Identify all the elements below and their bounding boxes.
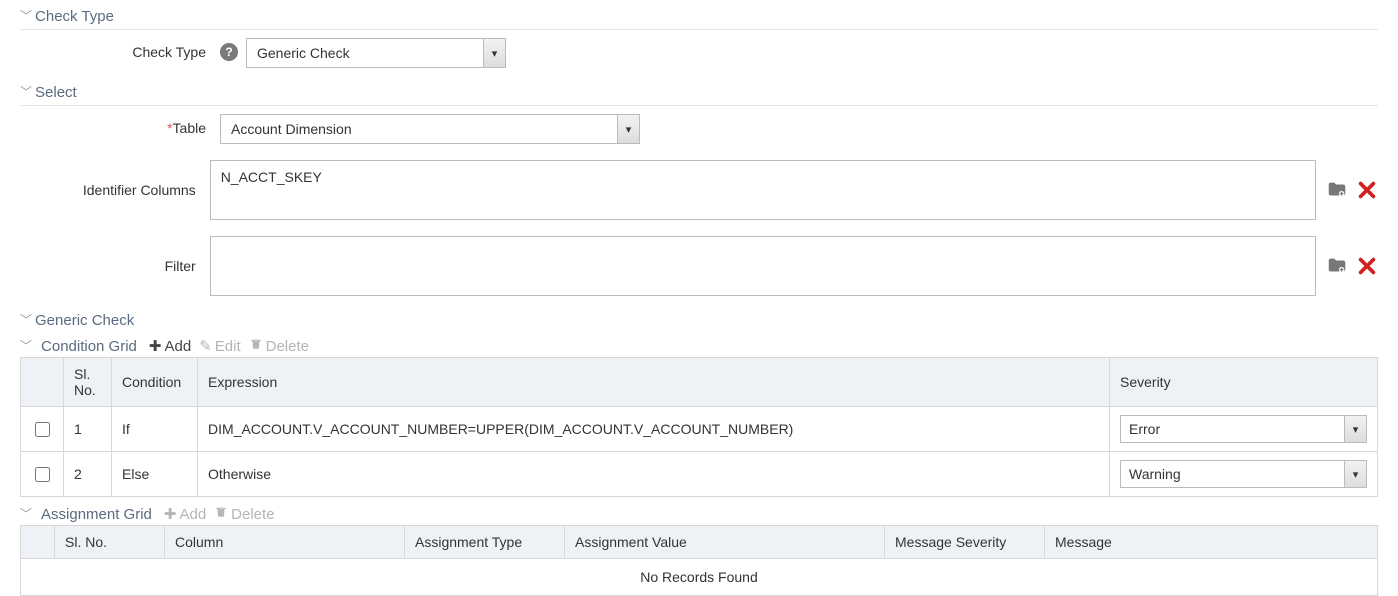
severity-select[interactable]: Error ▾ — [1120, 415, 1367, 443]
check-type-value: Generic Check — [247, 45, 483, 61]
table-value: Account Dimension — [221, 121, 617, 137]
dropdown-arrow-icon[interactable]: ▾ — [1344, 461, 1366, 487]
section-title: Generic Check — [35, 312, 134, 329]
header-assignment-value: Assignment Value — [565, 526, 885, 559]
chevron-down-icon[interactable]: ﹀ — [20, 337, 32, 354]
section-title: Select — [35, 84, 77, 101]
filter-label: Filter — [20, 258, 210, 275]
cell-expression: DIM_ACCOUNT.V_ACCOUNT_NUMBER=UPPER(DIM_A… — [198, 407, 1110, 452]
header-column: Column — [165, 526, 405, 559]
header-message: Message — [1045, 526, 1378, 559]
browse-icon[interactable] — [1326, 255, 1348, 277]
table-row: 2 Else Otherwise Warning ▾ — [21, 452, 1378, 497]
chevron-down-icon: ﹀ — [20, 311, 32, 328]
chevron-down-icon: ﹀ — [20, 7, 32, 24]
header-severity: Severity — [1110, 358, 1378, 407]
identifier-columns-label: Identifier Columns — [20, 182, 210, 199]
header-select-all — [21, 526, 55, 559]
sub-section-title: Condition Grid — [41, 338, 137, 355]
check-type-label: Check Type — [20, 38, 220, 61]
cell-condition: If — [112, 407, 198, 452]
plus-icon: ✚ — [149, 337, 162, 355]
filter-input[interactable] — [210, 236, 1316, 296]
cell-sl: 2 — [64, 452, 112, 497]
cell-expression: Otherwise — [198, 452, 1110, 497]
section-generic-check[interactable]: ﹀ Generic Check — [20, 308, 1378, 333]
row-checkbox[interactable] — [35, 467, 50, 482]
header-sl: Sl. No. — [64, 358, 112, 407]
sub-section-title: Assignment Grid — [41, 506, 152, 523]
delete-button: Delete — [249, 337, 309, 355]
cell-sl: 1 — [64, 407, 112, 452]
assignment-grid-table: Sl. No. Column Assignment Type Assignmen… — [20, 525, 1378, 559]
dropdown-arrow-icon[interactable]: ▾ — [617, 115, 639, 143]
header-select-all — [21, 358, 64, 407]
edit-button: ✎Edit — [199, 337, 240, 355]
check-type-select[interactable]: Generic Check ▾ — [246, 38, 506, 68]
header-message-severity: Message Severity — [885, 526, 1045, 559]
clear-icon[interactable] — [1356, 179, 1378, 201]
severity-select[interactable]: Warning ▾ — [1120, 460, 1367, 488]
condition-grid-header: ﹀ Condition Grid ✚Add ✎Edit Delete — [20, 333, 1378, 357]
header-sl: Sl. No. — [55, 526, 165, 559]
no-records: No Records Found — [20, 559, 1378, 596]
section-check-type[interactable]: ﹀ Check Type — [20, 4, 1378, 30]
section-select[interactable]: ﹀ Select — [20, 80, 1378, 106]
clear-icon[interactable] — [1356, 255, 1378, 277]
dropdown-arrow-icon[interactable]: ▾ — [1344, 416, 1366, 442]
row-checkbox[interactable] — [35, 422, 50, 437]
table-label: *Table — [20, 114, 220, 137]
edit-icon: ✎ — [199, 337, 212, 355]
delete-button: Delete — [214, 505, 274, 523]
browse-icon[interactable] — [1326, 179, 1348, 201]
dropdown-arrow-icon[interactable]: ▾ — [483, 39, 505, 67]
section-title: Check Type — [35, 8, 114, 25]
condition-grid-table: Sl. No. Condition Expression Severity 1 … — [20, 357, 1378, 497]
header-condition: Condition — [112, 358, 198, 407]
header-assignment-type: Assignment Type — [405, 526, 565, 559]
chevron-down-icon: ﹀ — [20, 83, 32, 100]
trash-icon — [249, 337, 263, 355]
table-select[interactable]: Account Dimension ▾ — [220, 114, 640, 144]
help-icon[interactable]: ? — [220, 43, 238, 61]
assignment-grid-header: ﹀ Assignment Grid ✚Add Delete — [20, 501, 1378, 525]
header-expression: Expression — [198, 358, 1110, 407]
chevron-down-icon[interactable]: ﹀ — [20, 505, 32, 522]
cell-condition: Else — [112, 452, 198, 497]
identifier-columns-input[interactable]: N_ACCT_SKEY — [210, 160, 1316, 220]
add-button[interactable]: ✚Add — [149, 337, 191, 355]
table-row: 1 If DIM_ACCOUNT.V_ACCOUNT_NUMBER=UPPER(… — [21, 407, 1378, 452]
plus-icon: ✚ — [164, 505, 177, 523]
add-button: ✚Add — [164, 505, 206, 523]
trash-icon — [214, 505, 228, 523]
